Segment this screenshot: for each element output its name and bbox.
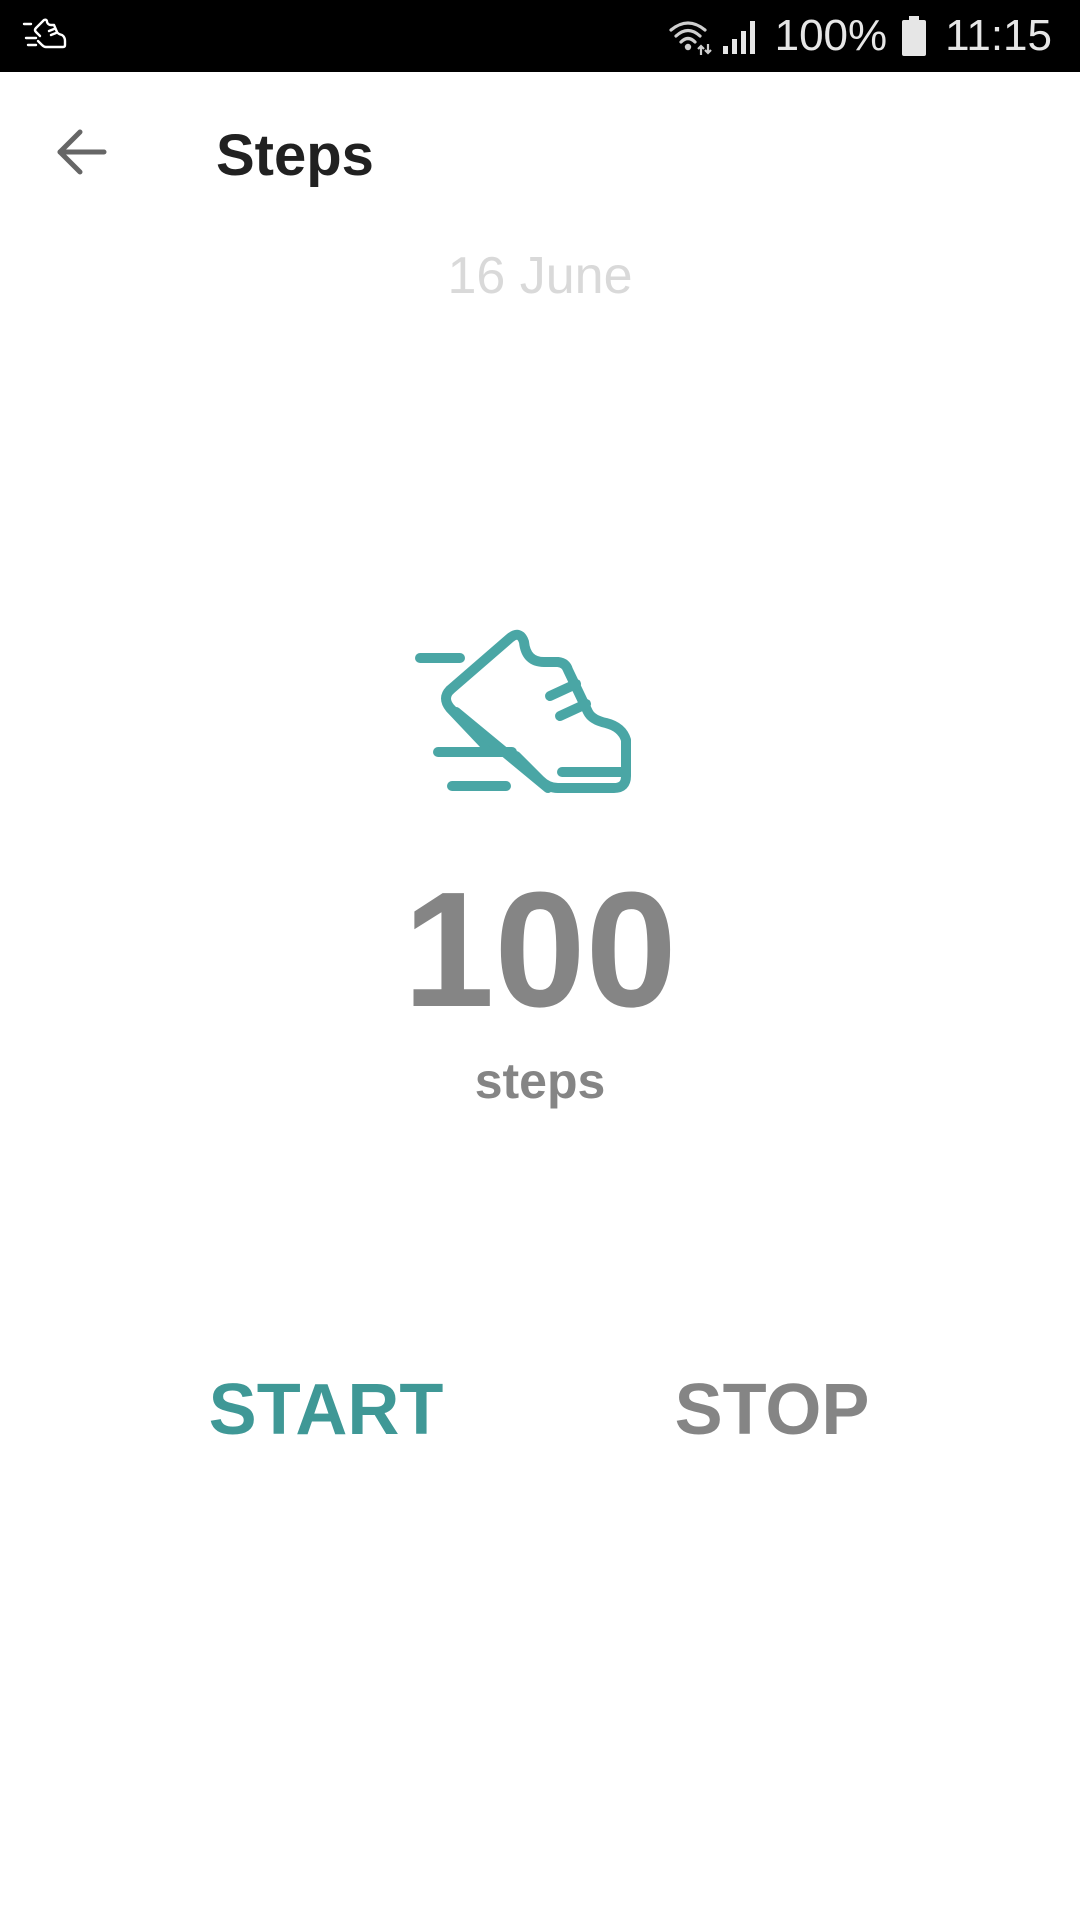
start-button[interactable]: START <box>206 1364 446 1456</box>
date-label: 16 June <box>447 247 633 305</box>
page-title: Steps <box>216 123 374 188</box>
step-unit-label: steps <box>474 1053 606 1109</box>
app-bar: Steps <box>0 72 1080 242</box>
status-bar: 100% 11:15 <box>0 0 1080 72</box>
step-count: 100 <box>403 858 677 1041</box>
arrow-back-icon <box>54 124 110 185</box>
cell-signal-icon <box>721 16 761 56</box>
stop-button[interactable]: STOP <box>668 1364 876 1456</box>
status-right-cluster: 100% 11:15 <box>667 0 1052 72</box>
running-shoe-icon <box>412 628 668 820</box>
shoe-notification-icon <box>22 18 68 54</box>
status-clock: 11:15 <box>945 11 1052 60</box>
battery-icon <box>901 15 927 57</box>
wifi-icon <box>667 16 713 56</box>
back-button[interactable] <box>40 112 124 196</box>
battery-percent: 100% <box>774 11 888 60</box>
